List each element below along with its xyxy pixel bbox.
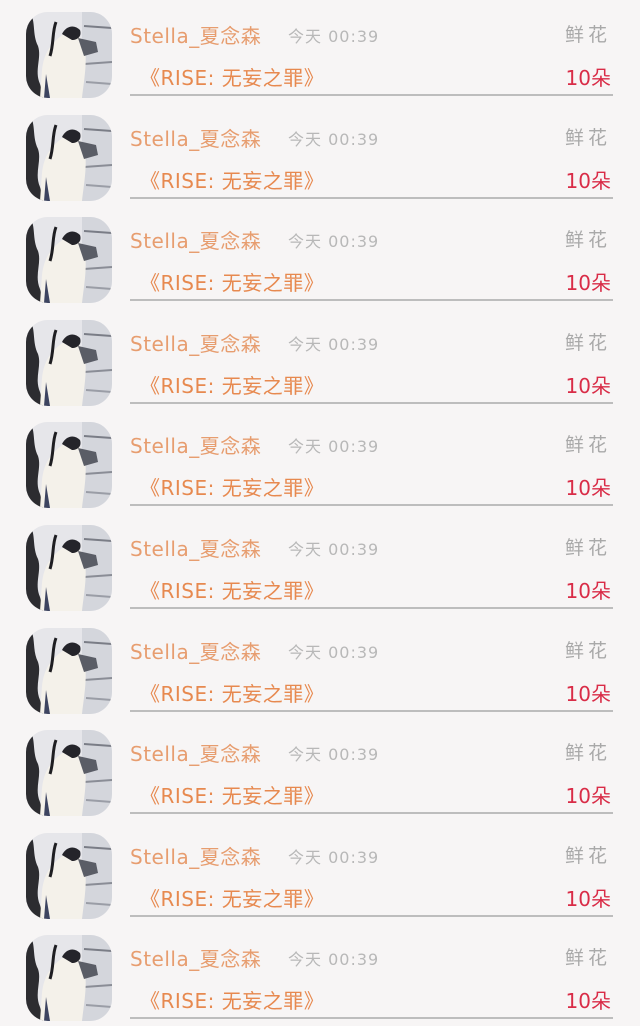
gift-record-row[interactable]: Stella_夏念森 今天 00:39 鲜花 《RISE: 无妄之罪》 10朵 [0,616,640,719]
user-avatar[interactable] [26,422,112,509]
gift-type: 鲜花 [564,229,611,252]
gift-count: 10朵 [565,579,611,603]
avatar-image-icon [26,217,112,304]
gift-time: 今天 00:39 [288,642,380,662]
sender-name[interactable]: Stella_夏念森 [130,841,261,870]
gift-time: 今天 00:39 [288,950,380,970]
gift-type: 鲜花 [564,331,611,354]
gift-type: 鲜花 [564,126,611,149]
sender-name[interactable]: Stella_夏念森 [130,123,261,152]
user-avatar[interactable] [26,935,112,1022]
gift-record-row[interactable]: Stella_夏念森 今天 00:39 鲜花 《RISE: 无妄之罪》 10朵 [0,205,640,308]
user-avatar[interactable] [26,114,112,201]
user-avatar[interactable] [26,319,112,406]
gift-record-content: Stella_夏念森 今天 00:39 鲜花 《RISE: 无妄之罪》 10朵 [130,732,613,815]
sender-name[interactable]: Stella_夏念森 [130,943,261,972]
avatar-image-icon [26,730,112,817]
sender-name[interactable]: Stella_夏念森 [130,328,261,357]
avatar-image-icon [26,422,112,509]
avatar-image-icon [26,525,112,611]
sender-name[interactable]: Stella_夏念森 [130,20,261,49]
gift-record-list: Stella_夏念森 今天 00:39 鲜花 《RISE: 无妄之罪》 10朵 [0,0,640,1026]
gift-type: 鲜花 [564,844,611,867]
gift-type: 鲜花 [564,24,611,46]
gift-record-content: Stella_夏念森 今天 00:39 鲜花 《RISE: 无妄之罪》 10朵 [130,424,613,507]
book-title[interactable]: 《RISE: 无妄之罪》 [140,267,324,296]
gift-record-content: Stella_夏念森 今天 00:39 鲜花 《RISE: 无妄之罪》 10朵 [130,527,613,609]
gift-type: 鲜花 [564,434,611,457]
book-title[interactable]: 《RISE: 无妄之罪》 [140,985,324,1014]
book-title[interactable]: 《RISE: 无妄之罪》 [140,678,324,707]
user-avatar[interactable] [26,525,112,611]
gift-record-content: Stella_夏念森 今天 00:39 鲜花 《RISE: 无妄之罪》 10朵 [130,219,613,302]
avatar-image-icon [26,319,112,406]
sender-name[interactable]: Stella_夏念森 [130,225,261,254]
user-avatar[interactable] [26,627,112,714]
gift-count: 10朵 [565,66,611,90]
gift-time: 今天 00:39 [288,745,380,765]
book-title[interactable]: 《RISE: 无妄之罪》 [140,575,324,604]
gift-count: 10朵 [565,476,611,501]
gift-time: 今天 00:39 [288,129,380,149]
gift-record-row[interactable]: Stella_夏念森 今天 00:39 鲜花 《RISE: 无妄之罪》 10朵 [0,923,640,1026]
gift-count: 10朵 [565,681,611,706]
gift-count: 10朵 [565,373,611,398]
gift-record-content: Stella_夏念森 今天 00:39 鲜花 《RISE: 无妄之罪》 10朵 [130,14,613,96]
gift-record-row[interactable]: Stella_夏念森 今天 00:39 鲜花 《RISE: 无妄之罪》 10朵 [0,410,640,513]
avatar-image-icon [26,12,112,98]
user-avatar[interactable] [26,730,112,817]
gift-record-row[interactable]: Stella_夏念森 今天 00:39 鲜花 《RISE: 无妄之罪》 10朵 [0,103,640,206]
sender-name[interactable]: Stella_夏念森 [130,533,261,562]
sender-name[interactable]: Stella_夏念森 [130,738,261,767]
gift-type: 鲜花 [564,537,611,559]
gift-record-row[interactable]: Stella_夏念森 今天 00:39 鲜花 《RISE: 无妄之罪》 10朵 [0,821,640,924]
gift-type: 鲜花 [564,742,611,765]
gift-time: 今天 00:39 [288,27,380,46]
gift-record-row[interactable]: Stella_夏念森 今天 00:39 鲜花 《RISE: 无妄之罪》 10朵 [0,513,640,616]
gift-time: 今天 00:39 [288,334,380,354]
avatar-image-icon [26,832,112,919]
gift-count: 10朵 [565,784,611,809]
gift-type: 鲜花 [564,639,611,662]
book-title[interactable]: 《RISE: 无妄之罪》 [140,883,324,912]
gift-record-content: Stella_夏念森 今天 00:39 鲜花 《RISE: 无妄之罪》 10朵 [130,937,613,1020]
user-avatar[interactable] [26,832,112,919]
avatar-image-icon [26,114,112,201]
gift-count: 10朵 [565,168,611,193]
gift-type: 鲜花 [564,947,611,970]
gift-count: 10朵 [565,271,611,296]
gift-record-content: Stella_夏念森 今天 00:39 鲜花 《RISE: 无妄之罪》 10朵 [130,117,613,199]
gift-count: 10朵 [565,989,611,1014]
gift-count: 10朵 [565,886,611,911]
gift-time: 今天 00:39 [288,540,380,559]
gift-record-row[interactable]: Stella_夏念森 今天 00:39 鲜花 《RISE: 无妄之罪》 10朵 [0,0,640,103]
gift-time: 今天 00:39 [288,847,380,867]
gift-record-content: Stella_夏念森 今天 00:39 鲜花 《RISE: 无妄之罪》 10朵 [130,835,613,917]
sender-name[interactable]: Stella_夏念森 [130,636,261,665]
gift-time: 今天 00:39 [288,437,380,457]
avatar-image-icon [26,627,112,714]
avatar-image-icon [26,935,112,1022]
gift-record-row[interactable]: Stella_夏念森 今天 00:39 鲜花 《RISE: 无妄之罪》 10朵 [0,718,640,821]
book-title[interactable]: 《RISE: 无妄之罪》 [140,165,324,194]
gift-record-content: Stella_夏念森 今天 00:39 鲜花 《RISE: 无妄之罪》 10朵 [130,630,613,712]
book-title[interactable]: 《RISE: 无妄之罪》 [140,62,324,91]
book-title[interactable]: 《RISE: 无妄之罪》 [140,780,324,809]
sender-name[interactable]: Stella_夏念森 [130,430,261,459]
gift-record-content: Stella_夏念森 今天 00:39 鲜花 《RISE: 无妄之罪》 10朵 [130,322,613,404]
gift-record-row[interactable]: Stella_夏念森 今天 00:39 鲜花 《RISE: 无妄之罪》 10朵 [0,308,640,411]
book-title[interactable]: 《RISE: 无妄之罪》 [140,472,324,501]
user-avatar[interactable] [26,217,112,304]
gift-time: 今天 00:39 [288,232,380,252]
book-title[interactable]: 《RISE: 无妄之罪》 [140,370,324,399]
user-avatar[interactable] [26,12,112,98]
